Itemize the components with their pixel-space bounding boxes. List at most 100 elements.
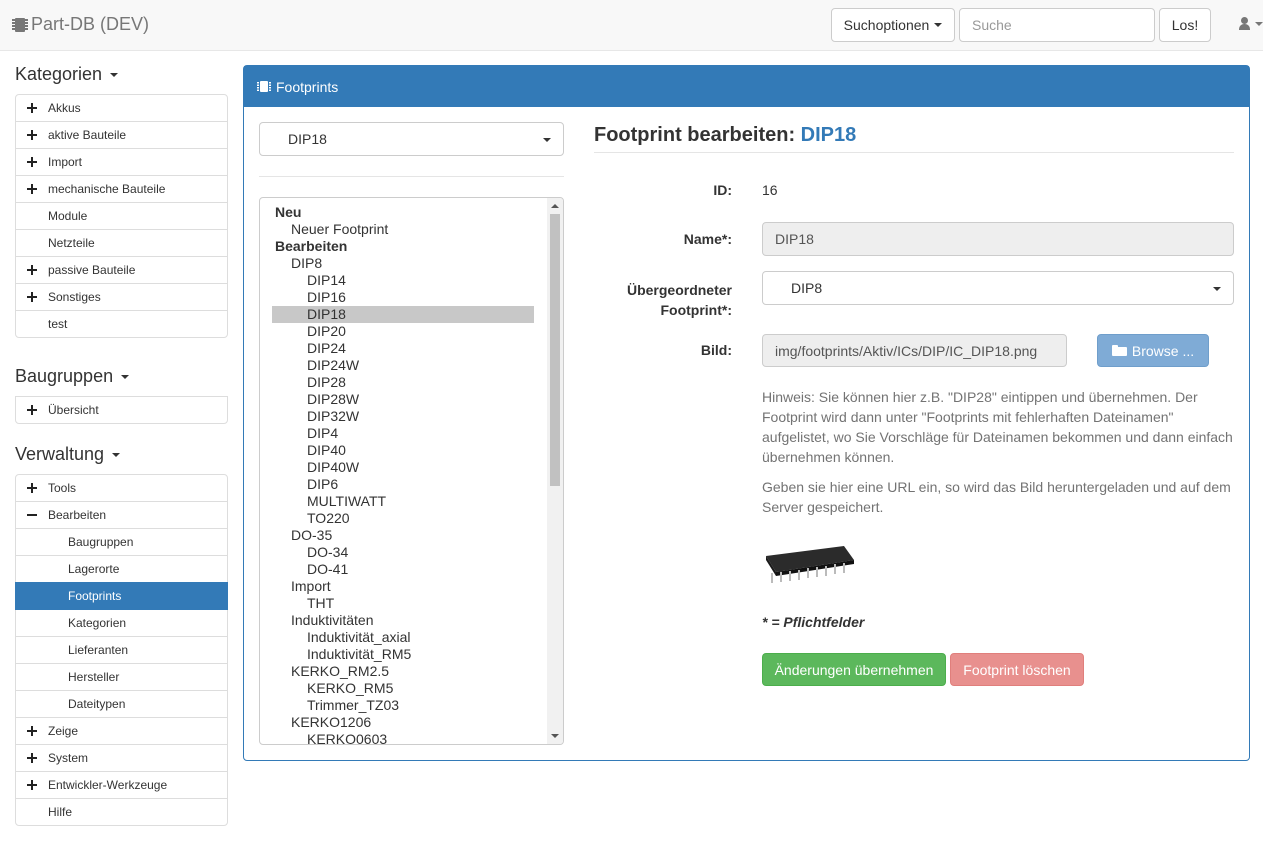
scroll-up-icon[interactable] xyxy=(551,204,559,208)
name-field[interactable]: DIP18 xyxy=(762,222,1234,256)
plus-icon[interactable] xyxy=(26,102,38,114)
footprint-select[interactable]: DIP18 xyxy=(259,122,564,156)
admin-item[interactable]: Bearbeiten xyxy=(15,501,228,529)
tree-item[interactable]: DO-41 xyxy=(260,561,548,578)
plus-icon[interactable] xyxy=(26,129,38,141)
tree-item[interactable]: DIP28W xyxy=(260,391,548,408)
scroll-down-icon[interactable] xyxy=(551,734,559,738)
divider xyxy=(594,152,1234,153)
tree-item[interactable]: DO-34 xyxy=(260,544,548,561)
category-item[interactable]: passive Bauteile xyxy=(15,256,228,284)
admin-item[interactable]: Hersteller xyxy=(15,663,228,691)
tree-item[interactable]: THT xyxy=(260,595,548,612)
tree-item[interactable]: Induktivitäten xyxy=(260,612,548,629)
tree-item[interactable]: DIP18 xyxy=(272,306,534,323)
tree-item[interactable]: DIP6 xyxy=(260,476,548,493)
admin-item[interactable]: Lieferanten xyxy=(15,636,228,664)
footprint-select-value: DIP18 xyxy=(288,131,327,147)
tree-item[interactable]: DIP4 xyxy=(260,425,548,442)
brand[interactable]: Part-DB (DEV) xyxy=(12,14,149,35)
category-item[interactable]: test xyxy=(15,310,228,338)
tree-item[interactable]: Import xyxy=(260,578,548,595)
plus-icon[interactable] xyxy=(26,779,38,791)
admin-item-label: Kategorien xyxy=(68,616,127,630)
tree-item[interactable]: DIP8 xyxy=(260,255,548,272)
search-options-label: Suchoptionen xyxy=(843,17,930,33)
tree-item[interactable]: DIP20 xyxy=(260,323,548,340)
category-item[interactable]: Sonstiges xyxy=(15,283,228,311)
admin-item[interactable]: Tools xyxy=(15,474,228,502)
plus-icon[interactable] xyxy=(26,264,38,276)
admin-item[interactable]: Baugruppen xyxy=(15,528,228,556)
plus-icon[interactable] xyxy=(26,156,38,168)
delete-button[interactable]: Footprint löschen xyxy=(950,653,1084,686)
tree-item[interactable]: DIP40W xyxy=(260,459,548,476)
plus-icon[interactable] xyxy=(26,752,38,764)
tree-item[interactable]: Neuer Footprint xyxy=(260,221,548,238)
tree-item[interactable]: Induktivität_RM5 xyxy=(260,646,548,663)
plus-icon[interactable] xyxy=(26,482,38,494)
browse-button[interactable]: Browse ... xyxy=(1097,334,1209,367)
tree-item[interactable]: DIP32W xyxy=(260,408,548,425)
admin-item[interactable]: Kategorien xyxy=(15,609,228,637)
admin-item-label: System xyxy=(48,751,89,765)
tree-item[interactable]: DIP24 xyxy=(260,340,548,357)
parent-label: Übergeordneter Footprint*: xyxy=(626,282,732,318)
plus-icon[interactable] xyxy=(26,725,38,737)
tree-item[interactable]: Trimmer_TZ03 xyxy=(260,697,548,714)
tree-item[interactable]: KERKO0603 xyxy=(260,731,548,744)
parent-footprint-select[interactable]: DIP8 xyxy=(762,271,1234,305)
save-button[interactable]: Änderungen übernehmen xyxy=(762,653,946,686)
search-go-button[interactable]: Los! xyxy=(1159,8,1211,42)
category-item-label: Akkus xyxy=(48,101,81,115)
footprint-tree[interactable]: Neu Neuer Footprint Bearbeiten DIP8 DIP14 DIP… xyxy=(259,197,564,745)
plus-icon[interactable] xyxy=(26,183,38,195)
groups-title[interactable]: Baugruppen xyxy=(15,366,130,387)
admin-item-label: Tools xyxy=(48,481,77,495)
category-item[interactable]: Netzteile xyxy=(15,229,228,257)
minus-icon[interactable] xyxy=(26,509,38,521)
scroll-thumb[interactable] xyxy=(550,214,560,486)
admin-item[interactable]: System xyxy=(15,744,228,772)
admin-item[interactable]: Hilfe xyxy=(15,798,228,826)
search-input[interactable] xyxy=(959,8,1155,42)
group-item[interactable]: Übersicht xyxy=(15,396,228,424)
admin-item-label: Bearbeiten xyxy=(48,508,107,522)
user-menu-icon[interactable] xyxy=(1239,17,1263,33)
admin-item[interactable]: Footprints xyxy=(15,582,228,610)
admin-item[interactable]: Zeige xyxy=(15,717,228,745)
tree-item[interactable]: DIP28 xyxy=(260,374,548,391)
plus-icon[interactable] xyxy=(26,404,38,416)
tree-item[interactable]: KERKO_RM5 xyxy=(260,680,548,697)
admin-item[interactable]: Entwickler-Werkzeuge xyxy=(15,771,228,799)
image-path-field[interactable]: img/footprints/Aktiv/ICs/DIP/IC_DIP18.pn… xyxy=(762,334,1067,367)
groups-list: Übersicht xyxy=(15,396,228,424)
category-item[interactable]: mechanische Bauteile xyxy=(15,175,228,203)
category-item[interactable]: Module xyxy=(15,202,228,230)
tree-item[interactable]: DIP14 xyxy=(260,272,548,289)
category-item[interactable]: Import xyxy=(15,148,228,176)
categories-title[interactable]: Kategorien xyxy=(15,64,119,85)
category-item[interactable]: Akkus xyxy=(15,94,228,122)
category-item[interactable]: aktive Bauteile xyxy=(15,121,228,149)
admin-item[interactable]: Lagerorte xyxy=(15,555,228,583)
navbar: Part-DB (DEV) Suchoptionen Los! xyxy=(0,0,1263,51)
tree-item[interactable]: MULTIWATT xyxy=(260,493,548,510)
tree-item[interactable]: DIP40 xyxy=(260,442,548,459)
admin-item[interactable]: Dateitypen xyxy=(15,690,228,718)
tree-item[interactable]: KERKO_RM2.5 xyxy=(260,663,548,680)
tree-item[interactable]: DIP16 xyxy=(260,289,548,306)
tree-item[interactable]: DO-35 xyxy=(260,527,548,544)
tree-item[interactable]: KERKO1206 xyxy=(260,714,548,731)
tree-scrollbar[interactable] xyxy=(547,198,563,744)
tree-item[interactable]: TO220 xyxy=(260,510,548,527)
categories-list: Akkus aktive Bauteile Import mechanische Ba… xyxy=(15,94,228,338)
tree-item[interactable]: Neu xyxy=(260,204,548,221)
search-options-button[interactable]: Suchoptionen xyxy=(831,8,955,42)
plus-icon[interactable] xyxy=(26,291,38,303)
category-item-label: test xyxy=(48,317,68,331)
admin-title[interactable]: Verwaltung xyxy=(15,444,121,465)
tree-item[interactable]: DIP24W xyxy=(260,357,548,374)
tree-item[interactable]: Induktivität_axial xyxy=(260,629,548,646)
tree-item[interactable]: Bearbeiten xyxy=(260,238,548,255)
